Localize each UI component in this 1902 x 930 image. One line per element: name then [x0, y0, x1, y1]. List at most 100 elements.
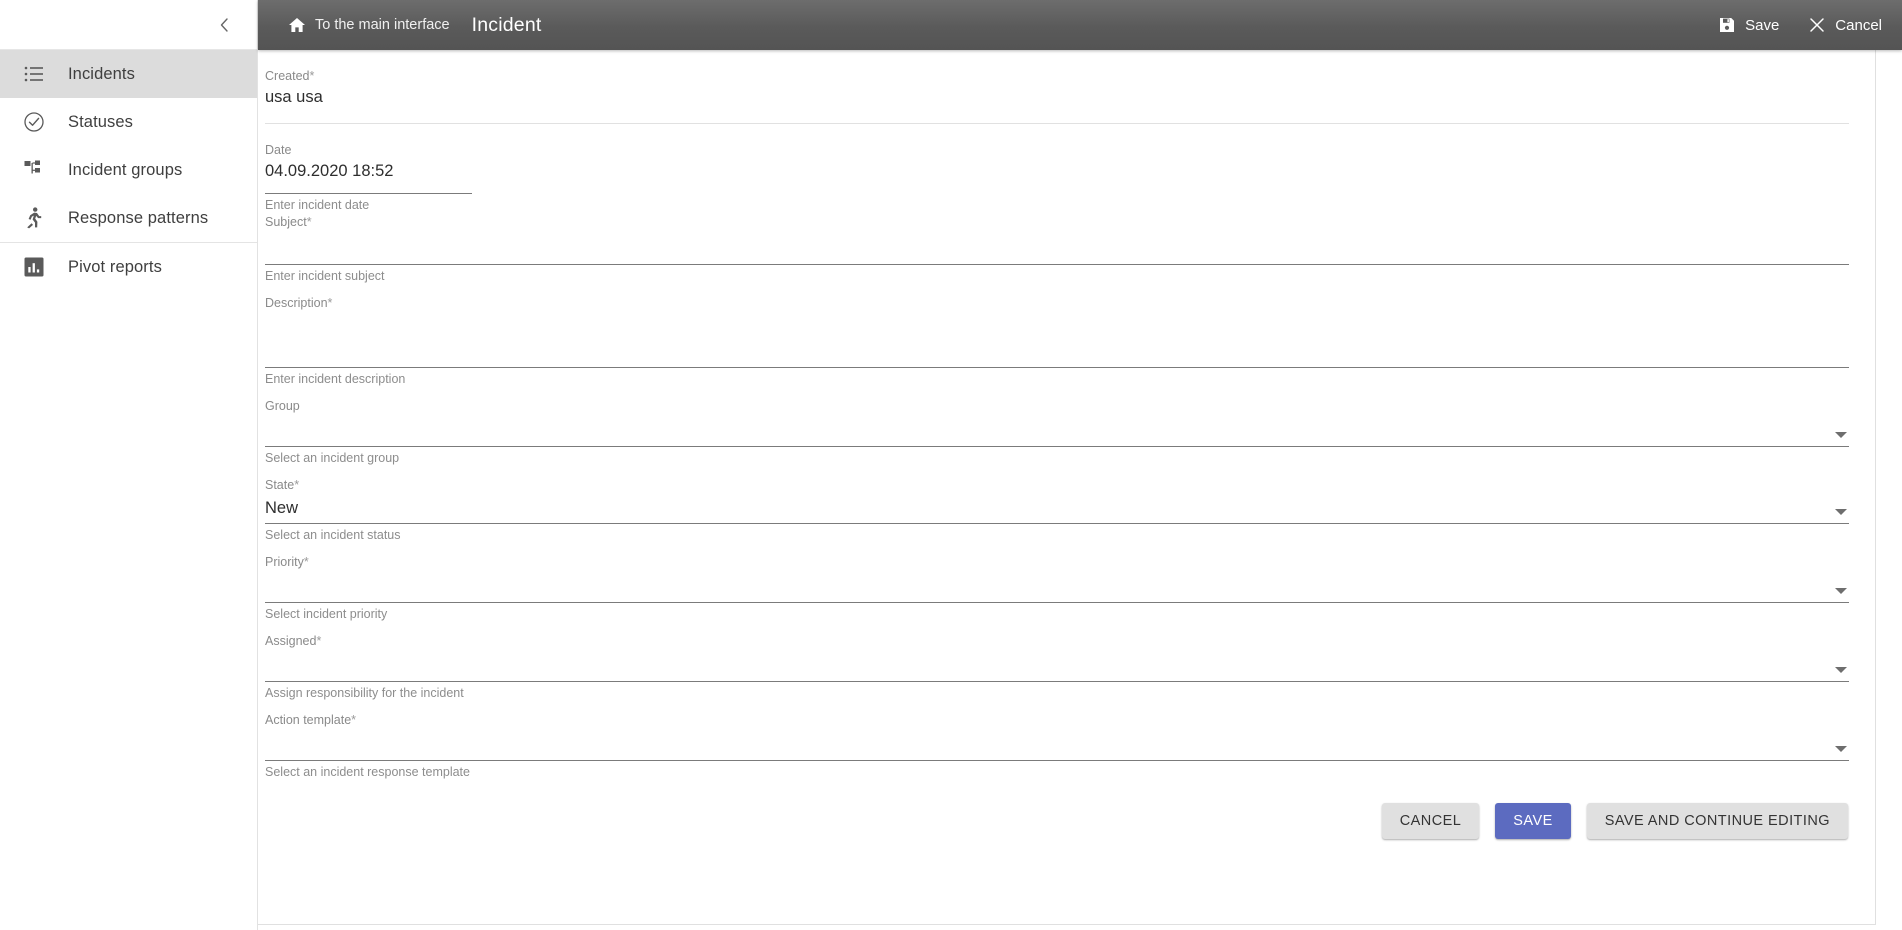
field-description-hint: Enter incident description — [265, 372, 406, 386]
field-created-label: Created* — [265, 68, 1849, 84]
field-state-label: State* — [265, 477, 1849, 493]
home-icon — [288, 17, 306, 33]
chevron-left-icon[interactable] — [207, 8, 241, 42]
sidebar-item-response-patterns[interactable]: Response patterns — [0, 194, 257, 242]
cancel-button[interactable]: CANCEL — [1381, 803, 1480, 839]
save-and-continue-editing-button[interactable]: SAVE AND CONTINUE EDITING — [1586, 803, 1848, 839]
field-assigned-label: Assigned* — [265, 633, 1849, 649]
field-assigned-select[interactable] — [265, 649, 1849, 681]
field-action-template-label: Action template* — [265, 712, 1849, 728]
app-root: Incidents Statuses Incident groups Respo… — [0, 0, 1902, 930]
field-assigned-required: * — [316, 634, 322, 648]
field-created-value: usa usa — [265, 88, 323, 106]
field-description-label: Description* — [265, 295, 1849, 311]
field-action-template-required: * — [351, 713, 357, 727]
sidebar-item-incident-groups[interactable]: Incident groups — [0, 146, 257, 194]
field-group-select[interactable] — [265, 414, 1849, 446]
field-priority-label-text: Priority — [265, 555, 304, 569]
field-created-label-text: Created — [265, 69, 310, 83]
field-created: Created* usa usa — [265, 66, 1849, 109]
sidebar-item-label: Pivot reports — [68, 257, 162, 276]
field-description-required: * — [327, 296, 333, 310]
sidebar-item-label: Statuses — [68, 112, 134, 131]
chevron-down-icon[interactable] — [1835, 746, 1847, 752]
field-assigned-label-text: Assigned — [265, 634, 317, 648]
field-action-template-select[interactable] — [265, 728, 1849, 760]
main-area: To the main interface Incident Save Canc… — [258, 0, 1902, 930]
save-button[interactable]: SAVE — [1495, 803, 1571, 839]
incident-form: Created* usa usa Date 04.09.2020 18:52 E… — [258, 50, 1875, 839]
field-assigned: Assigned* Assign responsibility for the … — [265, 633, 1849, 702]
chevron-down-icon[interactable] — [1835, 509, 1847, 515]
breadcrumb-label: To the main interface — [315, 17, 450, 33]
field-priority-label: Priority* — [265, 554, 1849, 570]
incident-form-card: Created* usa usa Date 04.09.2020 18:52 E… — [258, 50, 1876, 925]
sitemap-icon — [12, 160, 56, 180]
top-toolbar: To the main interface Incident Save Canc… — [258, 0, 1902, 50]
sidebar-header — [0, 0, 257, 50]
floppy-disk-icon — [1719, 17, 1735, 33]
field-subject-label-text: Subject — [265, 215, 307, 229]
field-state-label-text: State — [265, 478, 295, 492]
field-subject-hint: Enter incident subject — [265, 269, 385, 283]
breadcrumb-main-interface[interactable]: To the main interface — [288, 17, 450, 33]
sidebar: Incidents Statuses Incident groups Respo… — [0, 0, 258, 930]
field-subject-label: Subject* — [265, 214, 1849, 230]
field-state-required: * — [294, 478, 300, 492]
field-action-template-label-text: Action template — [265, 713, 352, 727]
sidebar-item-statuses[interactable]: Statuses — [0, 98, 257, 146]
chevron-down-icon[interactable] — [1835, 432, 1847, 438]
field-action-template: Action template* Select an incident resp… — [265, 712, 1849, 781]
field-priority: Priority* Select incident priority — [265, 554, 1849, 623]
page-right-margin — [1876, 100, 1902, 930]
field-date-hint: Enter incident date — [265, 198, 370, 212]
field-priority-required: * — [303, 555, 309, 569]
form-footer-actions: CANCEL SAVE SAVE AND CONTINUE EDITING — [265, 781, 1849, 839]
sidebar-item-label: Response patterns — [68, 208, 209, 227]
field-created-required: * — [309, 69, 315, 83]
chevron-down-icon[interactable] — [1835, 667, 1847, 673]
toolbar-save-button[interactable]: Save — [1719, 17, 1779, 34]
field-state: State* New Select an incident status — [265, 477, 1849, 544]
field-action-template-hint: Select an incident response template — [265, 765, 470, 779]
field-date-label-text: Date — [265, 143, 292, 157]
chevron-down-icon[interactable] — [1835, 588, 1847, 594]
field-priority-hint: Select incident priority — [265, 607, 388, 621]
toolbar-cancel-label: Cancel — [1835, 16, 1882, 34]
field-priority-select[interactable] — [265, 570, 1849, 602]
field-date: Date 04.09.2020 18:52 Enter incident dat… — [265, 142, 1849, 214]
running-person-icon — [12, 207, 56, 229]
field-subject-input[interactable] — [265, 230, 1849, 264]
close-x-icon — [1809, 17, 1825, 33]
toolbar-actions: Save Cancel — [1719, 17, 1882, 34]
field-subject-required: * — [306, 215, 312, 229]
field-state-select[interactable]: New — [265, 493, 1849, 523]
field-assigned-hint: Assign responsibility for the incident — [265, 686, 464, 700]
field-state-value: New — [265, 499, 299, 517]
field-date-label: Date — [265, 142, 1849, 158]
field-subject: Subject* Enter incident subject — [265, 214, 1849, 285]
field-group-label: Group — [265, 398, 1849, 414]
sidebar-item-incidents[interactable]: Incidents — [0, 50, 257, 98]
field-description: Description* Enter incident description — [265, 295, 1849, 388]
field-group: Group Select an incident group — [265, 398, 1849, 467]
list-icon — [12, 66, 56, 82]
sidebar-item-pivot-reports[interactable]: Pivot reports — [0, 243, 257, 291]
toolbar-cancel-button[interactable]: Cancel — [1809, 17, 1882, 34]
sidebar-item-label: Incidents — [68, 64, 135, 83]
field-group-label-text: Group — [265, 399, 300, 413]
field-state-hint: Select an incident status — [265, 528, 401, 542]
toolbar-save-label: Save — [1745, 16, 1780, 34]
field-description-textarea[interactable] — [265, 311, 1849, 367]
field-date-input[interactable]: 04.09.2020 18:52 — [265, 158, 1849, 183]
bar-chart-icon — [12, 257, 56, 277]
